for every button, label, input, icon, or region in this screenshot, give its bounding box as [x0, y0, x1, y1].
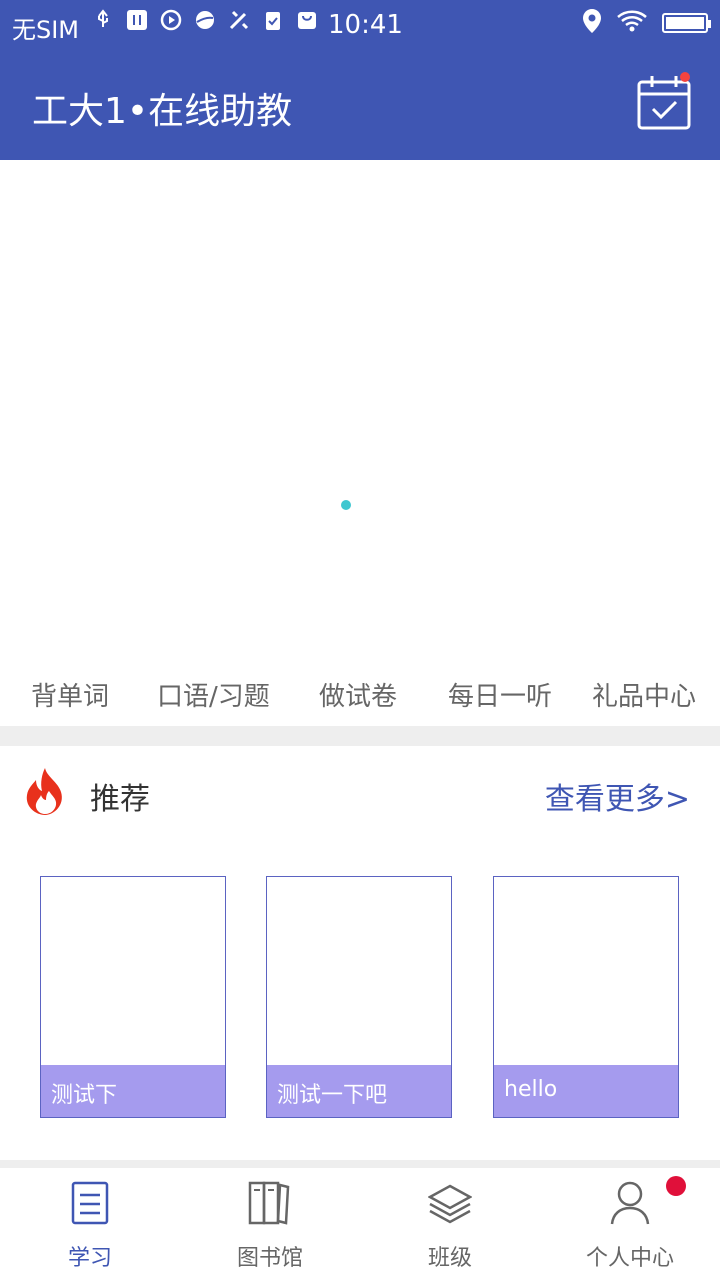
carousel-indicator: [341, 500, 351, 510]
person-icon: [608, 1180, 652, 1226]
clipboard-icon: [262, 9, 284, 31]
recommend-card-label: 测试下: [41, 1065, 225, 1117]
recommend-header: 推荐 查看更多>: [0, 746, 720, 842]
layers-icon: [427, 1180, 473, 1226]
books-icon: [248, 1180, 292, 1226]
recommend-card-label: hello: [494, 1065, 678, 1117]
bottom-tab-bar: 学习 图书馆 班级 个人中心: [0, 1168, 720, 1280]
flame-icon: [22, 766, 68, 816]
tab-profile[interactable]: 个人中心: [540, 1168, 720, 1280]
recommend-card[interactable]: hello: [493, 876, 679, 1118]
recommend-card[interactable]: 测试一下吧: [266, 876, 452, 1118]
battery-icon: [662, 13, 711, 33]
bag-icon: [296, 9, 318, 31]
menu-item-vocabulary[interactable]: 背单词: [31, 676, 109, 713]
document-icon: [68, 1180, 112, 1226]
banner-carousel[interactable]: [0, 160, 720, 660]
usb-icon: [92, 9, 114, 31]
recommend-title: 推荐: [90, 782, 150, 817]
tab-study-label: 学习: [67, 1246, 112, 1271]
quick-menu: 背单词 口语/习题 做试卷 每日一听 礼品中心: [0, 660, 720, 726]
menu-item-speaking-exercises[interactable]: 口语/习题: [157, 676, 270, 713]
carrier-label: 无SIM: [12, 16, 80, 44]
tab-class[interactable]: 班级: [360, 1168, 540, 1280]
tools-icon: [228, 9, 250, 31]
profile-badge: [666, 1176, 686, 1196]
status-bar: 无SIM 10:41: [0, 0, 720, 50]
media-icon: [160, 9, 182, 31]
usb-debug-icon: [126, 9, 148, 31]
tab-class-label: 班级: [427, 1246, 472, 1271]
app-title: 工大1•在线助教: [32, 91, 293, 132]
status-right-icons: [582, 8, 711, 38]
system-icons: [92, 9, 318, 31]
browser-icon: [194, 9, 216, 31]
tab-profile-label: 个人中心: [585, 1246, 674, 1271]
recommend-card-label: 测试一下吧: [267, 1065, 451, 1117]
notification-dot: [680, 72, 690, 82]
clock: 10:41: [328, 10, 403, 40]
tab-bar-divider: [0, 1160, 720, 1168]
see-more-link[interactable]: 查看更多>: [545, 774, 690, 818]
tab-library[interactable]: 图书馆: [180, 1168, 360, 1280]
tab-library-label: 图书馆: [236, 1246, 303, 1271]
section-divider: [0, 726, 720, 746]
location-icon: [582, 8, 602, 38]
tab-study[interactable]: 学习: [0, 1168, 180, 1280]
calendar-check-icon[interactable]: [636, 72, 692, 132]
menu-item-exam-paper[interactable]: 做试卷: [319, 676, 397, 713]
recommend-card[interactable]: 测试下: [40, 876, 226, 1118]
menu-item-gift-center[interactable]: 礼品中心: [592, 676, 696, 713]
menu-item-daily-listening[interactable]: 每日一听: [448, 676, 552, 713]
wifi-icon: [616, 9, 648, 37]
app-bar: 工大1•在线助教: [0, 50, 720, 160]
